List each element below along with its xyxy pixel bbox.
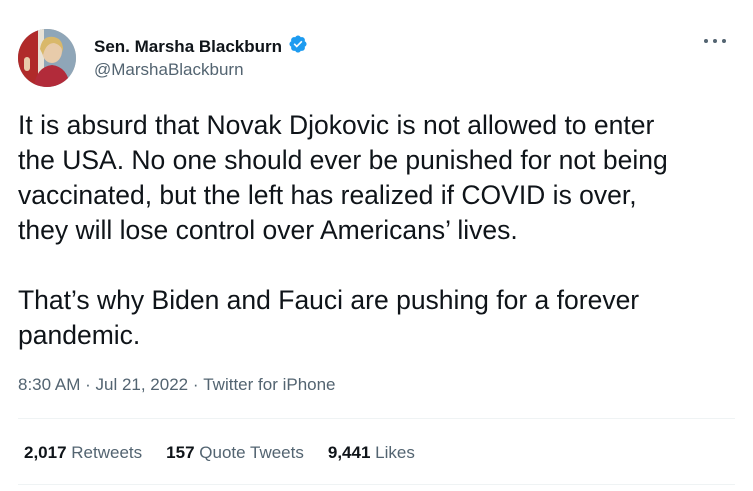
tweet-card: Sen. Marsha Blackburn @MarshaBlackburn I… [0,0,753,491]
quote-tweets-stat[interactable]: 157 Quote Tweets [166,443,304,463]
avatar-image [18,29,76,87]
retweets-stat[interactable]: 2,017 Retweets [24,443,142,463]
tweet-time-link[interactable]: 8:30 AM [18,375,80,395]
verified-badge-icon [288,34,308,59]
author-name[interactable]: Sen. Marsha Blackburn [94,37,282,57]
more-options-icon[interactable] [704,34,726,48]
likes-stat[interactable]: 9,441 Likes [328,443,415,463]
author-name-row: Sen. Marsha Blackburn [94,34,308,59]
tweet-meta: 8:30 AM · Jul 21, 2022 · Twitter for iPh… [18,375,336,395]
quote-tweets-count: 157 [166,443,195,462]
likes-count: 9,441 [327,443,371,462]
engagement-stats: 2,017 Retweets 157 Quote Tweets 9,441 Li… [24,443,415,463]
retweets-label: Retweets [71,443,143,462]
avatar[interactable] [18,29,76,87]
author-handle[interactable]: @MarshaBlackburn [94,60,244,80]
tweet-source-link[interactable]: Twitter for iPhone [203,375,335,395]
quote-tweets-label: Quote Tweets [199,443,304,462]
tweet-date-link[interactable]: Jul 21, 2022 [95,375,188,395]
divider [18,418,735,419]
meta-separator: · [80,375,96,394]
divider [18,484,735,485]
likes-label: Likes [375,443,415,462]
retweets-count: 2,017 [24,443,67,462]
meta-separator: · [188,375,204,394]
tweet-text: It is absurd that Novak Djokovic is not … [18,110,668,350]
